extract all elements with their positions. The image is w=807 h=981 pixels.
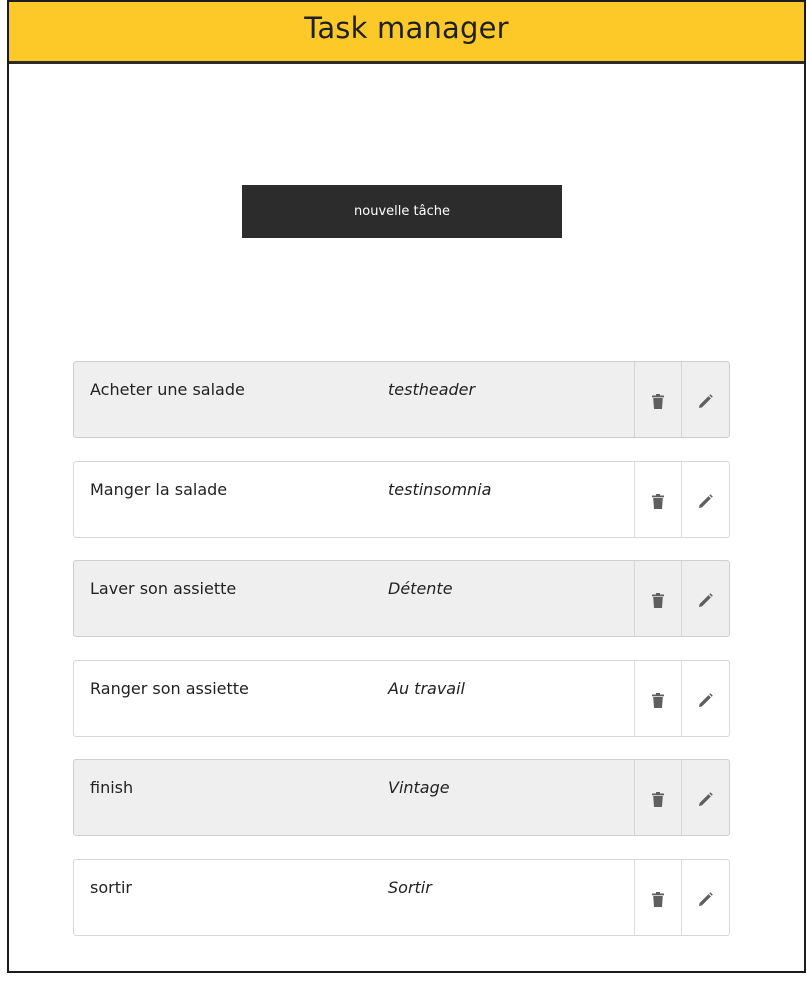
task-title: sortir [90,878,132,897]
task-category: Détente [388,579,453,598]
task-category: Au travail [388,679,465,698]
task-actions [634,362,729,437]
trash-icon [652,593,664,608]
task-category: Sortir [388,878,432,897]
task-row: Manger la salade testinsomnia [73,461,730,538]
task-category: testinsomnia [388,480,492,499]
edit-task-button[interactable] [681,760,728,835]
task-row: Acheter une salade testheader [73,361,730,438]
task-actions [634,760,729,835]
task-title: Manger la salade [90,480,228,499]
pencil-icon [698,494,713,508]
task-title: Acheter une salade [90,380,245,399]
task-row: sortir Sortir [73,859,730,936]
task-actions [634,661,729,736]
edit-task-button[interactable] [681,661,728,736]
edit-task-button[interactable] [681,362,728,437]
task-row: Laver son assiette Détente [73,560,730,637]
task-actions [634,561,729,636]
delete-task-button[interactable] [634,860,681,935]
pencil-icon [698,593,713,607]
pencil-icon [698,792,713,806]
delete-task-button[interactable] [634,661,681,736]
edit-task-button[interactable] [681,860,728,935]
delete-task-button[interactable] [634,561,681,636]
delete-task-button[interactable] [634,462,681,537]
pencil-icon [698,892,713,906]
trash-icon [652,892,664,907]
delete-task-button[interactable] [634,760,681,835]
edit-task-button[interactable] [681,462,728,537]
app-header: Task manager [9,2,804,64]
task-row: Ranger son assiette Au travail [73,660,730,737]
edit-task-button[interactable] [681,561,728,636]
app-frame: Task manager nouvelle tâche Acheter une … [7,0,806,973]
new-task-button[interactable]: nouvelle tâche [242,185,562,238]
pencil-icon [698,394,713,408]
trash-icon [652,693,664,708]
task-actions [634,462,729,537]
task-title: Ranger son assiette [90,679,249,698]
task-title: finish [90,778,134,797]
task-category: testheader [388,380,476,399]
trash-icon [652,792,664,807]
trash-icon [652,394,664,409]
task-actions [634,860,729,935]
pencil-icon [698,693,713,707]
delete-task-button[interactable] [634,362,681,437]
page-title: Task manager [304,10,509,45]
task-category: Vintage [388,778,450,797]
trash-icon [652,494,664,509]
task-title: Laver son assiette [90,579,237,598]
task-row: finish Vintage [73,759,730,836]
